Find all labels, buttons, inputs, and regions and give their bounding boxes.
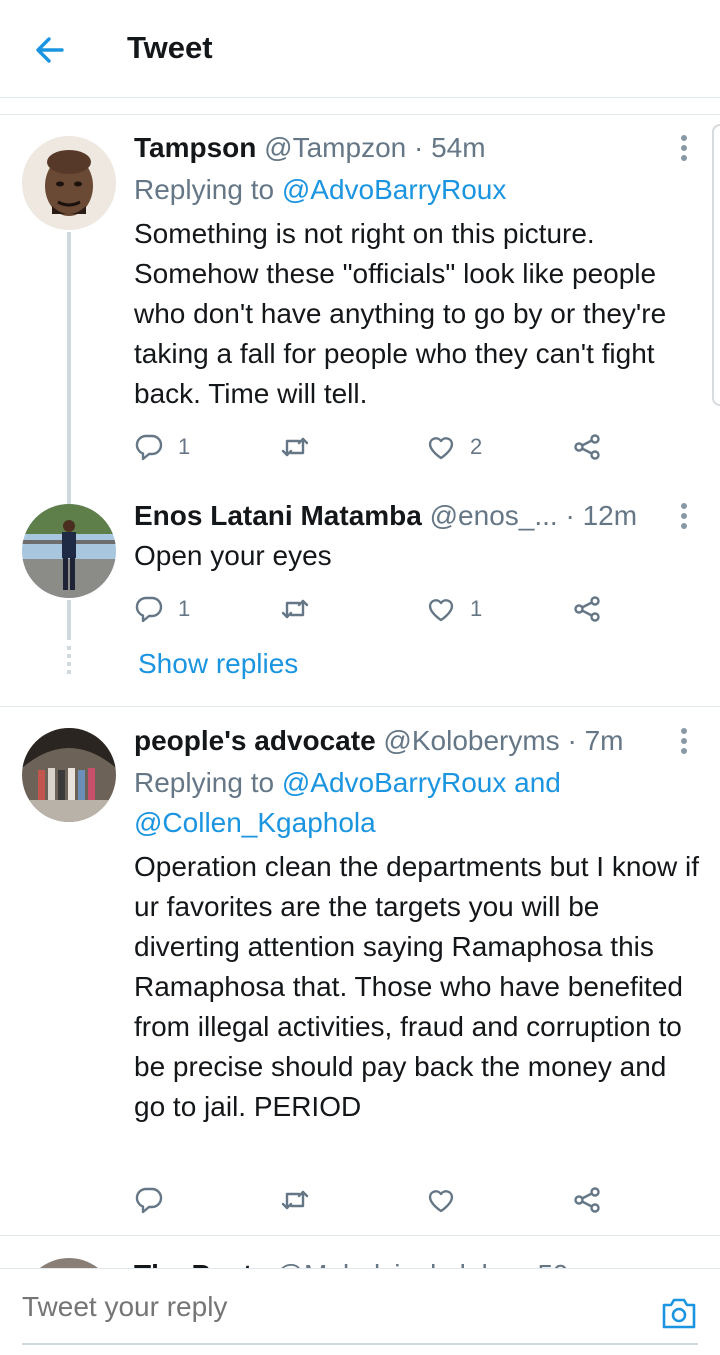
retweet-icon <box>280 432 310 462</box>
tweet-time: · 12m <box>565 500 638 531</box>
divider <box>0 114 720 115</box>
show-replies-link[interactable]: Show replies <box>138 648 298 680</box>
avatar[interactable] <box>22 504 116 598</box>
mention-link[interactable]: @AdvoBarryRoux <box>282 174 507 205</box>
tweet-time: · 7m <box>567 725 624 756</box>
tweet-reply-input[interactable] <box>22 1291 622 1323</box>
replying-to-label: Replying to <box>134 767 275 798</box>
tweet-actions: 1 1 <box>134 589 614 629</box>
reply-count: 1 <box>178 434 191 459</box>
share-icon <box>572 1185 602 1215</box>
heart-icon <box>426 432 456 462</box>
retweet-button[interactable] <box>280 427 310 467</box>
author-handle[interactable]: @enos_... <box>430 500 558 531</box>
like-count: 2 <box>470 434 483 459</box>
reply-button[interactable] <box>134 1180 164 1220</box>
author-name[interactable]: Enos Latani Matamba <box>134 500 422 531</box>
replying-to: Replying to @AdvoBarryRoux and @Collen_K… <box>134 763 694 843</box>
divider <box>0 706 720 707</box>
share-button[interactable] <box>572 1180 602 1220</box>
tweet-time: · 54m <box>414 132 486 163</box>
camera-icon[interactable] <box>660 1295 698 1331</box>
share-button[interactable] <box>572 589 602 629</box>
author-handle[interactable]: @Tampzon <box>264 132 406 163</box>
share-icon <box>572 432 602 462</box>
tweet-actions: 1 2 <box>134 427 614 467</box>
retweet-icon <box>280 1185 310 1215</box>
thread-line <box>67 232 71 506</box>
like-button[interactable]: 2 <box>426 427 482 467</box>
more-vertical-icon[interactable] <box>672 724 696 758</box>
tweet-actions <box>134 1180 614 1220</box>
back-arrow-icon[interactable] <box>30 30 70 70</box>
tweet-text: Something is not right on this picture. … <box>134 218 667 409</box>
tweet-header: Enos Latani Matamba @enos_... · 12m <box>134 499 637 533</box>
comment-icon <box>134 594 164 624</box>
share-button[interactable] <box>572 427 602 467</box>
retweet-icon <box>280 594 310 624</box>
reply-composer-bar <box>0 1268 720 1355</box>
reply-button[interactable]: 1 <box>134 589 190 629</box>
thread-dots <box>67 646 71 676</box>
tweet-text: Operation clean the departments but I kn… <box>134 851 699 1122</box>
replying-to-label: Replying to <box>134 174 275 205</box>
like-button[interactable]: 1 <box>426 589 482 629</box>
share-icon <box>572 594 602 624</box>
author-handle[interactable]: @Koloberyms <box>383 725 559 756</box>
page-title: Tweet <box>127 30 213 65</box>
like-button[interactable] <box>426 1180 456 1220</box>
comment-icon <box>134 1185 164 1215</box>
input-underline <box>22 1343 698 1345</box>
more-vertical-icon[interactable] <box>672 131 696 165</box>
tweet-header: people's advocate @Koloberyms · 7m <box>134 724 623 758</box>
avatar[interactable] <box>22 728 116 822</box>
avatar[interactable] <box>22 136 116 230</box>
heart-icon <box>426 594 456 624</box>
like-count: 1 <box>470 596 483 621</box>
more-vertical-icon[interactable] <box>672 499 696 533</box>
heart-icon <box>426 1185 456 1215</box>
tweet-header: Tampson @Tampzon · 54m <box>134 131 486 165</box>
scrollbar[interactable] <box>712 124 720 406</box>
top-app-bar: Tweet <box>0 0 720 98</box>
tweet-text: Open your eyes <box>134 540 332 571</box>
reply-button[interactable]: 1 <box>134 427 190 467</box>
author-name[interactable]: people's advocate <box>134 725 376 756</box>
thread-line <box>67 600 71 640</box>
comment-icon <box>134 432 164 462</box>
divider <box>0 1235 720 1236</box>
author-name[interactable]: Tampson <box>134 132 256 163</box>
reply-count: 1 <box>178 596 191 621</box>
replying-to: Replying to @AdvoBarryRoux <box>134 170 694 210</box>
retweet-button[interactable] <box>280 589 310 629</box>
retweet-button[interactable] <box>280 1180 310 1220</box>
